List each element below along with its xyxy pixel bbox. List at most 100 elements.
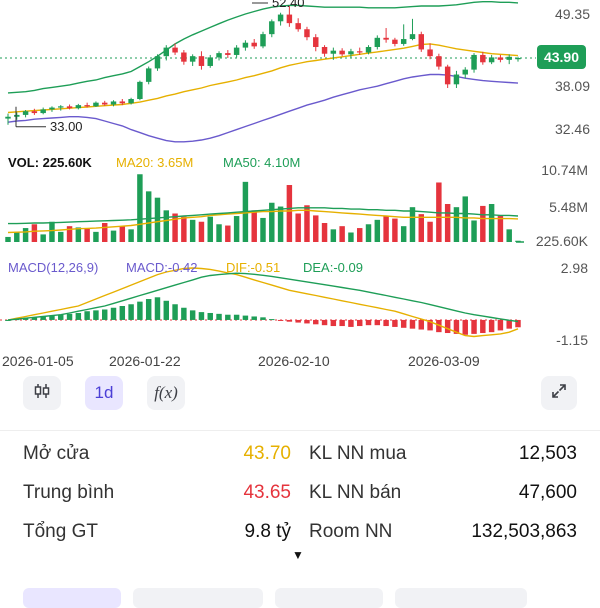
bottom-tab[interactable] [23, 588, 121, 608]
candle-body [348, 51, 354, 55]
indicator-button[interactable]: f(x) [147, 376, 185, 410]
volume-bar [453, 207, 460, 242]
stats-row: Tổng GT 9.8 tỷ Room NN 132,503,863 [0, 514, 600, 550]
volume-bar [137, 174, 143, 242]
macd-histogram-bar [295, 319, 301, 323]
stat-value: 12,503 [518, 443, 577, 464]
bottom-tab[interactable] [133, 588, 263, 608]
volume-bar [313, 215, 319, 242]
high-price-label: 52.40 [272, 0, 305, 10]
candle-body [31, 111, 38, 114]
candle-body [409, 34, 416, 40]
volume-legend-ma20: MA20: 3.65M [116, 155, 193, 170]
candle-body [75, 105, 82, 109]
volume-bar [295, 213, 301, 242]
volume-axis-tick: 10.74M [541, 162, 588, 178]
macd-histogram-bar [321, 319, 328, 326]
candle-body [374, 37, 381, 47]
volume-bar [110, 230, 117, 242]
candle-body [462, 69, 468, 75]
stat-label: Trung bình [23, 482, 115, 503]
bottom-tab[interactable] [275, 588, 383, 608]
chart-canvas[interactable]: 52.40 33.00 49.35 38.09 32.46 43.90 VOL:… [0, 0, 600, 372]
volume-bar [277, 206, 284, 242]
current-price-value: 43.90 [544, 49, 579, 65]
macd-histogram-bar [225, 314, 231, 320]
date-label: 2026-03-09 [408, 353, 480, 369]
volume-bar [172, 213, 178, 242]
macd-histogram-bar [339, 319, 345, 327]
volume-bar [93, 231, 99, 242]
expand-stats-caret[interactable]: ▼ [292, 548, 304, 562]
low-price-label: 33.00 [50, 119, 83, 134]
stat-label: Room NN [309, 521, 393, 542]
volume-bar [392, 218, 398, 242]
volume-bar [233, 216, 240, 242]
macd-histogram-bar [497, 319, 504, 331]
volume-bar [462, 196, 468, 242]
stat-value: 132,503,863 [471, 521, 577, 542]
stat-value: 9.8 tỷ [244, 521, 291, 542]
volume-bar [198, 221, 205, 242]
volume-panel [5, 174, 524, 243]
macd-histogram-bar [277, 319, 284, 321]
price-axis-tick: 32.46 [555, 121, 590, 137]
candle-body [137, 81, 143, 99]
expand-icon [550, 382, 568, 405]
price-axis-tick: 38.09 [555, 78, 590, 94]
macd-histogram-bar [471, 319, 477, 334]
candlestick-toggle-button[interactable] [23, 376, 61, 410]
candle-body [365, 46, 372, 53]
candle-body [154, 56, 161, 69]
volume-axis-tick: 225.60K [536, 233, 589, 249]
candle-body [304, 29, 310, 38]
stat-label: Mở cửa [23, 443, 90, 464]
stats-row: Trung bình 43.65 KL NN bán 47,600 [0, 475, 600, 511]
volume-bar [409, 207, 416, 242]
candle-body [471, 54, 477, 70]
volume-bar [339, 226, 345, 242]
interval-button[interactable]: 1d [85, 376, 123, 410]
candle-body [101, 102, 108, 105]
volume-bar [427, 221, 433, 242]
candle-body [515, 58, 521, 60]
volume-bar [418, 214, 425, 242]
macd-histogram-bar [251, 316, 257, 320]
macd-legend-dif: DIF:-0.51 [226, 260, 280, 275]
macd-histogram-bar [488, 319, 495, 333]
bottom-tab-bar [0, 588, 600, 608]
candle-body [172, 47, 178, 53]
candle-body [356, 51, 363, 53]
candle-body [207, 57, 213, 66]
date-label: 2026-01-22 [109, 353, 181, 369]
expand-button[interactable] [541, 376, 577, 410]
volume-bar [444, 204, 451, 242]
macd-histogram-bar [330, 319, 337, 327]
candle-body [163, 47, 170, 57]
stats-row: Mở cửa 43.70 KL NN mua 12,503 [0, 436, 600, 472]
volume-bar [31, 224, 38, 242]
candle-body [339, 50, 345, 55]
macd-axis-tick: -1.15 [556, 332, 588, 348]
candle-body [497, 57, 504, 60]
volume-bar [400, 226, 407, 242]
stock-chart[interactable]: 52.40 33.00 49.35 38.09 32.46 43.90 VOL:… [0, 0, 600, 372]
macd-histogram-bar [101, 309, 108, 320]
candle-body [40, 109, 46, 114]
volume-bar [154, 197, 161, 242]
bottom-tab[interactable] [395, 588, 527, 608]
volume-bar [286, 185, 293, 242]
macd-axis-tick: 2.98 [561, 260, 588, 276]
candle-body [251, 42, 257, 47]
candle-body [488, 57, 495, 63]
candlestick-icon [33, 382, 51, 405]
candle-body [14, 114, 20, 117]
candle-body [444, 66, 451, 85]
candle-body [480, 54, 486, 63]
candle-body [286, 14, 293, 24]
function-icon: f(x) [154, 383, 178, 402]
macd-histogram-bar [462, 319, 468, 335]
candle-body [260, 34, 266, 47]
candle-body [216, 53, 222, 58]
macd-histogram-bar [145, 299, 152, 320]
